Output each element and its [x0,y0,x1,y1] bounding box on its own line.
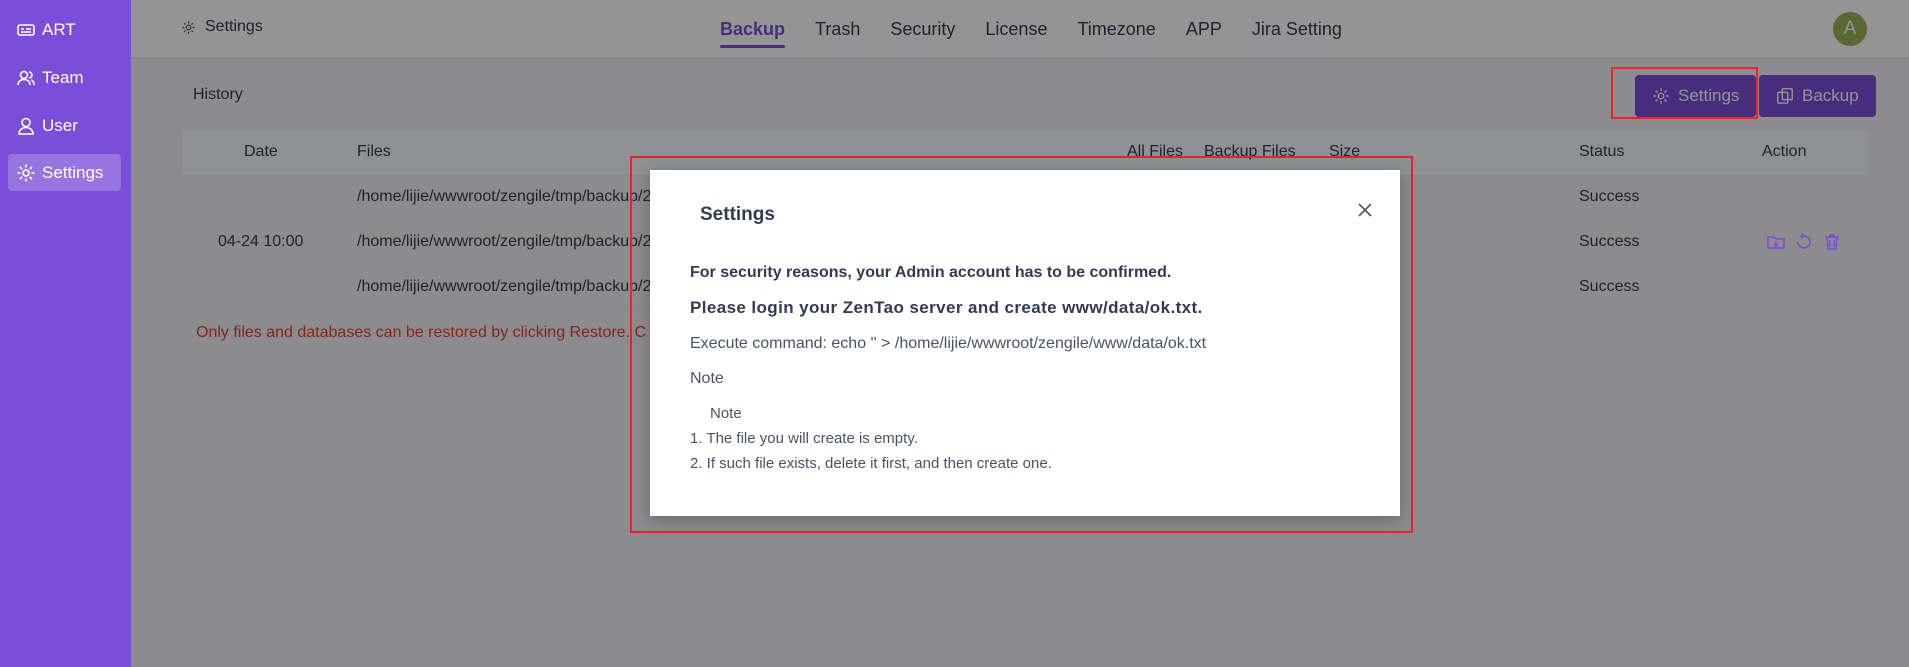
highlight-settings-button [1611,67,1758,119]
team-icon [16,68,36,88]
execute-command: Execute command: echo '' > /home/lijie/w… [690,335,1207,352]
security-message: For security reasons, your Admin account… [690,264,1172,281]
row-actions [1766,232,1842,252]
sidebar-item-settings[interactable]: Settings [8,154,121,191]
note-label: Note [690,370,724,387]
trash-icon[interactable] [1822,232,1842,252]
close-icon[interactable] [1357,202,1373,218]
sidebar-item-art[interactable]: ART [8,11,121,48]
note-item: 1. The file you will create is empty. [690,430,918,447]
art-logo-icon [16,20,36,40]
note-heading: Note [710,405,742,422]
sidebar-item-label: User [42,115,78,135]
login-instruction: Please login your ZenTao server and crea… [690,298,1203,317]
sidebar-item-label: Settings [42,162,104,182]
sidebar: ART Team User Settings [0,0,131,667]
folder-download-icon[interactable] [1766,232,1786,252]
sidebar-item-label: ART [42,19,76,39]
restore-icon[interactable] [1794,232,1814,252]
gear-icon [16,163,36,183]
modal-title: Settings [700,204,775,225]
sidebar-item-user[interactable]: User [8,107,121,144]
sidebar-item-label: Team [42,67,84,87]
note-item: 2. If such file exists, delete it first,… [690,455,1052,472]
sidebar-item-team[interactable]: Team [8,59,121,96]
settings-modal: Settings For security reasons, your Admi… [650,170,1400,516]
user-icon [16,116,36,136]
